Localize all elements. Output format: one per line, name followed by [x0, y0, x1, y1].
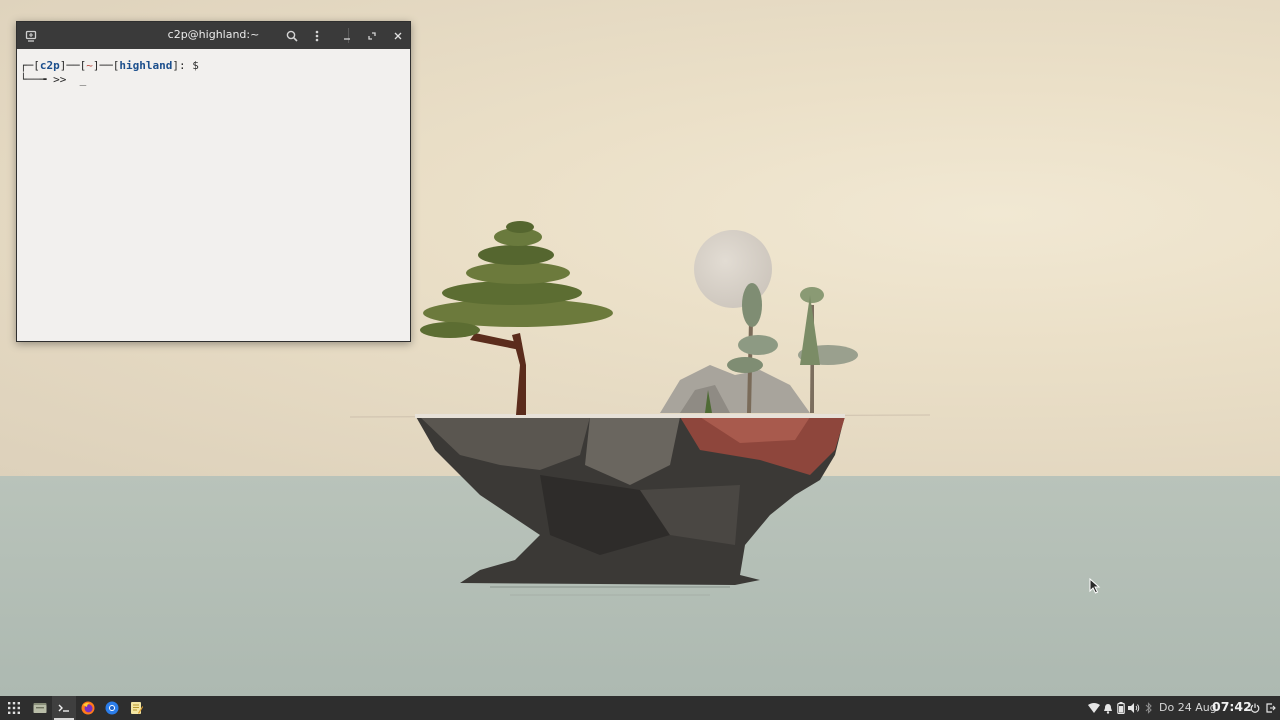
taskbar-browser[interactable] [100, 696, 124, 720]
tray-volume[interactable] [1127, 700, 1141, 716]
text-cursor: _ [79, 73, 87, 86]
browser-icon [105, 701, 119, 715]
app-grid-icon [8, 702, 20, 714]
terminal-window[interactable]: c2p@highland:~ ┌─[c2p]──[~]──[highland]:… [16, 21, 411, 342]
text-editor-icon [130, 702, 143, 714]
kebab-menu-icon [315, 30, 319, 42]
search-button[interactable] [282, 26, 302, 46]
logout-icon [1266, 703, 1276, 713]
prompt-end: ]: $ [172, 59, 199, 72]
prompt-host: highland [119, 59, 173, 72]
taskbar-files[interactable] [28, 696, 52, 720]
prompt-corner: ┌─[ [20, 59, 40, 72]
menu-button[interactable] [307, 26, 327, 46]
clock-date[interactable]: Do 24 Aug [1159, 701, 1217, 714]
prompt-user: c2p [39, 59, 60, 72]
terminal-output[interactable]: ┌─[c2p]──[~]──[highland]: $ └──╼ >> _ [17, 49, 410, 87]
firefox-icon [81, 701, 95, 715]
taskbar-app-grid[interactable] [2, 696, 26, 720]
clock-time[interactable]: 07:42 [1212, 699, 1252, 714]
minimize-icon [344, 38, 350, 40]
tray-wifi[interactable] [1087, 700, 1101, 716]
minimize-button[interactable] [337, 26, 357, 46]
floating-island-illustration [349, 221, 931, 596]
close-icon [394, 32, 402, 40]
battery-icon [1117, 702, 1125, 714]
taskbar-terminal[interactable] [52, 696, 76, 720]
tray-show-desktop[interactable] [1264, 700, 1278, 716]
mouse-pointer-icon [1089, 578, 1101, 594]
power-icon [1250, 703, 1260, 713]
search-icon [286, 30, 298, 42]
tray-power[interactable] [1248, 700, 1262, 716]
maximize-button[interactable] [362, 26, 382, 46]
maximize-icon [368, 32, 376, 40]
prompt-line2: └──╼ >> [20, 73, 80, 86]
volume-icon [1128, 703, 1140, 713]
terminal-titlebar[interactable]: c2p@highland:~ [17, 22, 410, 49]
terminal-icon [58, 704, 69, 712]
bluetooth-icon [1145, 702, 1152, 714]
taskbar: Do 24 Aug 07:42 [0, 696, 1280, 720]
tray-notifications[interactable] [1101, 700, 1115, 716]
close-button[interactable] [388, 26, 408, 46]
prompt-path: ~ [86, 59, 93, 72]
folder-icon [33, 703, 47, 713]
taskbar-text-editor[interactable] [124, 696, 148, 720]
tray-battery[interactable] [1114, 700, 1128, 716]
bell-icon [1104, 703, 1112, 714]
taskbar-firefox[interactable] [76, 696, 100, 720]
prompt-sep-2: ]──[ [92, 59, 120, 72]
wifi-icon [1088, 703, 1100, 713]
prompt-sep-1: ]──[ [59, 59, 87, 72]
tray-bluetooth[interactable] [1142, 700, 1156, 716]
